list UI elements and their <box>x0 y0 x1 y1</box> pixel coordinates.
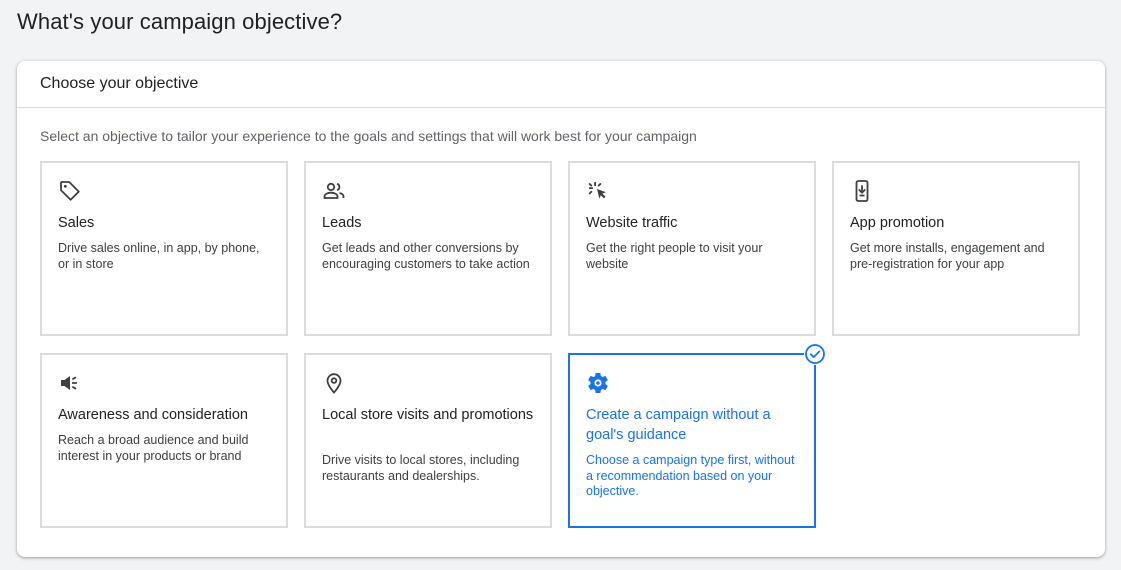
objective-description: Drive visits to local stores, including … <box>322 453 520 483</box>
objective-card-sales[interactable]: Sales Drive sales online, in app, by pho… <box>40 161 288 336</box>
objective-title: Local store visits and promotions <box>322 407 534 423</box>
objective-title: Website traffic <box>586 215 678 231</box>
gear-icon <box>586 371 610 395</box>
tag-icon <box>58 179 82 203</box>
people-icon <box>322 179 346 203</box>
objective-description: Get leads and other conversions by encou… <box>322 241 530 271</box>
objective-title: Awareness and consideration <box>58 407 248 423</box>
objective-title: App promotion <box>850 215 945 231</box>
phone-download-icon <box>850 179 874 203</box>
check-circle-icon <box>804 343 826 365</box>
objective-card-no-goal-guidance[interactable]: Create a campaign without a goal's guida… <box>568 343 826 528</box>
page-title: What's your campaign objective? <box>17 9 343 34</box>
objective-card-awareness[interactable]: Awareness and consideration Reach a broa… <box>40 353 288 528</box>
objective-title: Leads <box>322 215 362 231</box>
objective-title: Sales <box>58 215 95 231</box>
objective-card-app-promotion[interactable]: App promotion Get more installs, engagem… <box>832 161 1080 336</box>
objective-description: Get more installs, engagement and pre-re… <box>850 241 1045 271</box>
panel-header: Choose your objective <box>17 61 1105 108</box>
cursor-click-icon <box>586 179 610 203</box>
objective-panel: Choose your objective Select an objectiv… <box>17 61 1105 557</box>
objective-description: Drive sales online, in app, by phone, or… <box>58 241 260 271</box>
megaphone-icon <box>58 371 82 395</box>
objective-card-website-traffic[interactable]: Website traffic Get the right people to … <box>568 161 816 336</box>
objective-card-local-store-visits[interactable]: Local store visits and promotions Drive … <box>304 353 552 528</box>
objective-title: Create a campaign without a goal's guida… <box>586 407 771 443</box>
location-pin-icon <box>322 371 346 395</box>
panel-description: Select an objective to tailor your exper… <box>40 128 697 144</box>
objective-description: Choose a campaign type first, without a … <box>586 453 795 498</box>
objective-description: Get the right people to visit your websi… <box>586 241 763 271</box>
objective-card-leads[interactable]: Leads Get leads and other conversions by… <box>304 161 552 336</box>
objective-description: Reach a broad audience and build interes… <box>58 433 249 463</box>
